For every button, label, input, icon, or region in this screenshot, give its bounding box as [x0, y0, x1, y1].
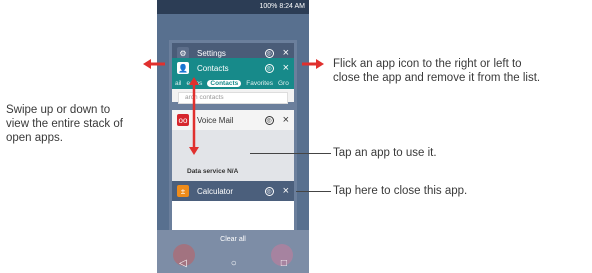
status-bar: 100% 8:24 AM	[157, 0, 309, 14]
calculator-card-header: ± Calculator ◎ ×	[172, 181, 294, 201]
voicemail-card-title: Voice Mail	[197, 115, 234, 125]
tab-contacts[interactable]: Contacts	[207, 80, 242, 87]
data-service-text: Data service N/A	[187, 168, 239, 175]
calculator-card[interactable]: ± Calculator ◎ ×	[172, 181, 294, 233]
arrow-right-icon	[302, 59, 324, 69]
tap-app-annotation: Tap an app to use it.	[333, 147, 437, 159]
phone-screen: 100% 8:24 AM ⚙ Settings ◎ × 👤 Contacts ◎…	[157, 0, 309, 273]
recents-icon[interactable]: □	[281, 258, 287, 269]
leader-line	[250, 153, 331, 154]
annotation-text: view the entire stack of	[6, 118, 123, 130]
tab-favorites[interactable]: Favorites	[246, 80, 273, 87]
pin-icon[interactable]: ◎	[264, 63, 274, 73]
annotation-text: Swipe up or down to	[6, 104, 111, 116]
close-icon[interactable]: ×	[283, 114, 289, 126]
clear-all-button[interactable]: Clear all	[157, 236, 309, 243]
navigation-bar: ◁ ○ □	[157, 254, 309, 273]
pin-icon[interactable]: ◎	[264, 115, 274, 125]
tab-groups[interactable]: Gro	[278, 80, 289, 87]
annotation-text: open apps.	[6, 132, 63, 144]
calculator-card-title: Calculator	[197, 186, 234, 196]
close-icon[interactable]: ×	[283, 185, 289, 197]
tab-calllog[interactable]: ail	[175, 80, 182, 87]
tap-close-annotation: Tap here to close this app.	[333, 185, 468, 197]
settings-card-title: Settings	[197, 48, 226, 58]
contacts-card-header: 👤 Contacts ◎ ×	[172, 58, 294, 78]
calculator-icon[interactable]: ±	[177, 185, 189, 197]
close-icon[interactable]: ×	[283, 62, 289, 74]
close-icon[interactable]: ×	[283, 47, 289, 59]
home-icon[interactable]: ○	[231, 258, 237, 269]
annotation-text: close the app and remove it from the lis…	[333, 72, 541, 84]
contacts-icon[interactable]: 👤	[177, 62, 189, 74]
pin-icon[interactable]: ◎	[264, 186, 274, 196]
arrow-left-icon	[143, 59, 165, 69]
swipe-annotation: Swipe up or down to view the entire stac…	[6, 103, 123, 145]
back-icon[interactable]: ◁	[179, 258, 187, 269]
arrow-up-down-icon	[189, 77, 199, 155]
status-bar-text: 100% 8:24 AM	[259, 3, 305, 10]
flick-annotation: Flick an app icon to the right or left t…	[333, 57, 540, 85]
contacts-card-title: Contacts	[197, 63, 229, 73]
pin-icon[interactable]: ◎	[264, 48, 274, 58]
annotation-text: Flick an app icon to the right or left t…	[333, 58, 522, 70]
voicemail-icon[interactable]: oo	[177, 114, 189, 126]
leader-line	[296, 191, 331, 192]
